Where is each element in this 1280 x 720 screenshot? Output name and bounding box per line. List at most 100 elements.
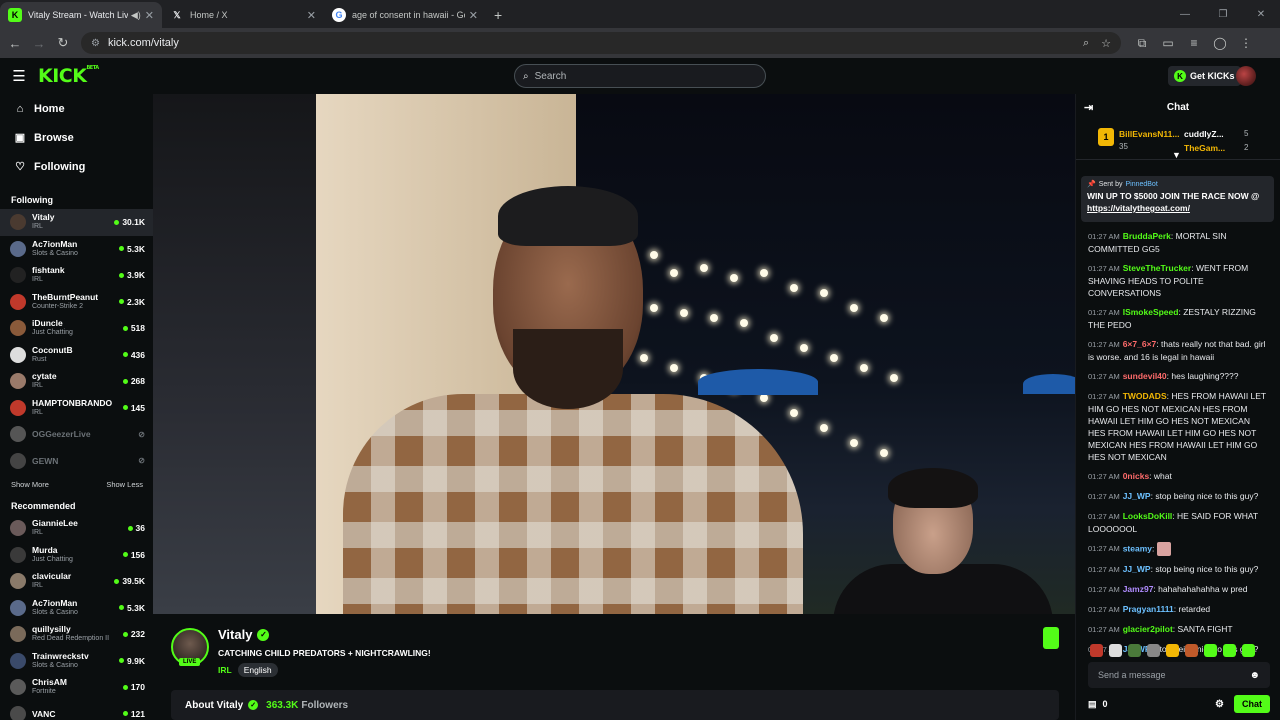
emote-icon[interactable] [1109, 644, 1122, 657]
get-kicks-button[interactable]: K Get KICKs [1168, 66, 1241, 86]
cast-icon[interactable]: ▭ [1155, 36, 1181, 50]
viewer-count: 268 [122, 376, 145, 386]
message-user[interactable]: 0nicks [1123, 471, 1149, 481]
browser-tab-kick[interactable]: K Vitaly Stream - Watch Live o ◀) ✕ [0, 2, 162, 28]
message-user[interactable]: sundevil40 [1123, 371, 1167, 381]
channel-name: ChrisAM [32, 677, 67, 688]
message-user[interactable]: Pragyan1111 [1123, 604, 1174, 614]
sidebar-channel-gewn[interactable]: GEWN ⊘ [0, 448, 153, 475]
message-user[interactable]: 6×7_6×7 [1123, 339, 1157, 349]
offline-icon: ⊘ [138, 456, 145, 466]
maximize-icon[interactable]: ❐ [1204, 9, 1242, 20]
message-user[interactable]: TWODADS [1123, 391, 1167, 401]
sidebar-channel-clavicular[interactable]: clavicular IRL 39.5K [0, 568, 153, 595]
video-player[interactable] [153, 94, 1075, 614]
sidebar-channel-chrisam[interactable]: ChrisAM Fortnite 170 [0, 674, 153, 701]
chat-settings-icon[interactable]: ⚙ [1215, 699, 1224, 710]
language-tag[interactable]: English [237, 663, 278, 677]
message-user[interactable]: glacier2pilot [1123, 624, 1173, 634]
sidebar-channel-ac7ionman[interactable]: Ac7ionMan Slots & Casino 5.3K [0, 236, 153, 263]
channel-name[interactable]: Vitaly ✓ [218, 627, 270, 642]
search-input[interactable]: ⌕ Search [514, 64, 766, 88]
message-user[interactable]: ISmokeSpeed [1123, 307, 1179, 317]
sidebar-channel-theburntpeanut[interactable]: TheBurntPeanut Counter-Strike 2 2.3K [0, 289, 153, 316]
sidebar-channel-coconutb[interactable]: CoconutB Rust 436 [0, 342, 153, 369]
follow-button[interactable] [1043, 627, 1059, 649]
kicks-balance-icon[interactable]: ▤ [1088, 699, 1097, 710]
sidebar-channel-trainwreckstv[interactable]: Trainwreckstv Slots & Casino 9.9K [0, 648, 153, 675]
message-user[interactable]: steamy [1123, 543, 1152, 553]
emote-icon[interactable] [1128, 644, 1141, 657]
back-icon[interactable]: ← [3, 36, 27, 51]
category-link[interactable]: IRL [218, 665, 232, 675]
sidebar-channel-giannielee[interactable]: GiannieLee IRL 36 [0, 515, 153, 542]
emote-icon[interactable] [1090, 644, 1103, 657]
profile-icon[interactable]: ◯ [1207, 36, 1233, 50]
hamburger-menu-icon[interactable]: ☰ [0, 67, 38, 85]
kick-logo[interactable]: KICKBETA [38, 65, 99, 87]
show-less-button[interactable]: Show Less [106, 480, 143, 489]
chat-send-button[interactable]: Chat [1234, 695, 1270, 713]
speaker-icon[interactable]: ◀) [131, 10, 141, 21]
emote-icon[interactable] [1147, 644, 1160, 657]
pinned-by-row: 📌 Sent by PinnedBot [1087, 180, 1268, 189]
sidebar-channel-fishtank[interactable]: fishtank IRL 3.9K [0, 262, 153, 289]
gifter-name[interactable]: cuddlyZ... [1184, 129, 1224, 139]
zoom-icon[interactable]: ⌕ [1083, 37, 1089, 50]
sidebar-channel-iduncle[interactable]: iDuncle Just Chatting 518 [0, 315, 153, 342]
sidebar-nav-home[interactable]: ⌂ Home [0, 94, 153, 123]
viewer-count-text: 5.3K [127, 602, 145, 613]
menu-kebab-icon[interactable]: ⋮ [1233, 36, 1259, 50]
message-user[interactable]: BruddaPerk [1123, 231, 1171, 241]
message-user[interactable]: JJ_WP [1123, 491, 1151, 501]
pinned-message[interactable]: 📌 Sent by PinnedBot WIN UP TO $5000 JOIN… [1081, 176, 1274, 222]
sidebar-channel-cytate[interactable]: cytate IRL 268 [0, 368, 153, 395]
chat-message: 01:27 AM glacier2pilot: SANTA FIGHT [1088, 623, 1268, 636]
sidebar-channel-murda[interactable]: Murda Just Chatting 156 [0, 542, 153, 569]
message-user[interactable]: Jamz97 [1123, 584, 1154, 594]
message-user[interactable]: SteveTheTrucker [1123, 263, 1192, 273]
sidebar-channel-vanc[interactable]: VANC 121 [0, 701, 153, 720]
sidebar-channel-hamptonbrando[interactable]: HAMPTONBRANDO IRL 145 [0, 395, 153, 422]
collapse-chat-icon[interactable]: ⇥ [1084, 101, 1093, 114]
close-tab-icon[interactable]: ✕ [469, 9, 478, 22]
close-tab-icon[interactable]: ✕ [145, 9, 154, 22]
close-window-icon[interactable]: ✕ [1242, 9, 1280, 20]
forward-icon[interactable]: → [27, 36, 51, 51]
sidebar-channel-vitaly[interactable]: Vitaly IRL 30.1K [0, 209, 153, 236]
sidebar-nav-following[interactable]: ♡ Following [0, 152, 153, 181]
emoji-picker-icon[interactable]: ☻ [1249, 670, 1260, 681]
emote-icon[interactable] [1223, 644, 1236, 657]
gifter-name[interactable]: TheGam... [1184, 143, 1225, 153]
reload-icon[interactable]: ↻ [51, 35, 75, 51]
extensions-icon[interactable]: ⧉ [1129, 36, 1155, 51]
media-control-icon[interactable]: ≡ [1181, 36, 1207, 50]
emote-icon[interactable] [1242, 644, 1255, 657]
sidebar-nav-browse[interactable]: ▣ Browse [0, 123, 153, 152]
sidebar-channel-oggeezerlive[interactable]: OGGeezerLive ⊘ [0, 421, 153, 448]
minimize-icon[interactable]: — [1166, 9, 1204, 20]
address-bar[interactable]: ⚙ kick.com/vitaly ⌕ ☆ [81, 32, 1121, 54]
channel-category: Slots & Casino [32, 661, 78, 669]
expand-gifters-icon[interactable]: ▼ [1172, 150, 1181, 160]
avatar [10, 705, 26, 720]
browser-tab-x[interactable]: 𝕏 Home / X ✕ [162, 2, 324, 28]
show-more-button[interactable]: Show More [11, 480, 49, 489]
emote-icon[interactable] [1185, 644, 1198, 657]
sidebar-channel-ac7ionman[interactable]: Ac7ionMan Slots & Casino 5.3K [0, 595, 153, 622]
emote-icon[interactable] [1204, 644, 1217, 657]
site-info-icon[interactable]: ⚙ [91, 38, 100, 49]
emote-icon[interactable] [1166, 644, 1179, 657]
pinned-link[interactable]: https://vitalythegoat.com/ [1087, 203, 1190, 213]
bookmark-star-icon[interactable]: ☆ [1101, 37, 1111, 50]
browser-tab-google[interactable]: G age of consent in hawaii - Goo ✕ [324, 2, 486, 28]
sidebar-channel-quillysilly[interactable]: quillysilly Red Dead Redemption II 232 [0, 621, 153, 648]
user-avatar[interactable] [1236, 66, 1256, 86]
light-bulb [790, 284, 798, 292]
new-tab-button[interactable]: + [486, 2, 510, 28]
message-user[interactable]: LooksDoKill [1123, 511, 1173, 521]
gifter-name[interactable]: BillEvansN11... [1119, 129, 1179, 139]
close-tab-icon[interactable]: ✕ [307, 9, 316, 22]
chat-input[interactable]: Send a message ☻ [1088, 662, 1270, 688]
message-user[interactable]: JJ_WP [1123, 564, 1151, 574]
